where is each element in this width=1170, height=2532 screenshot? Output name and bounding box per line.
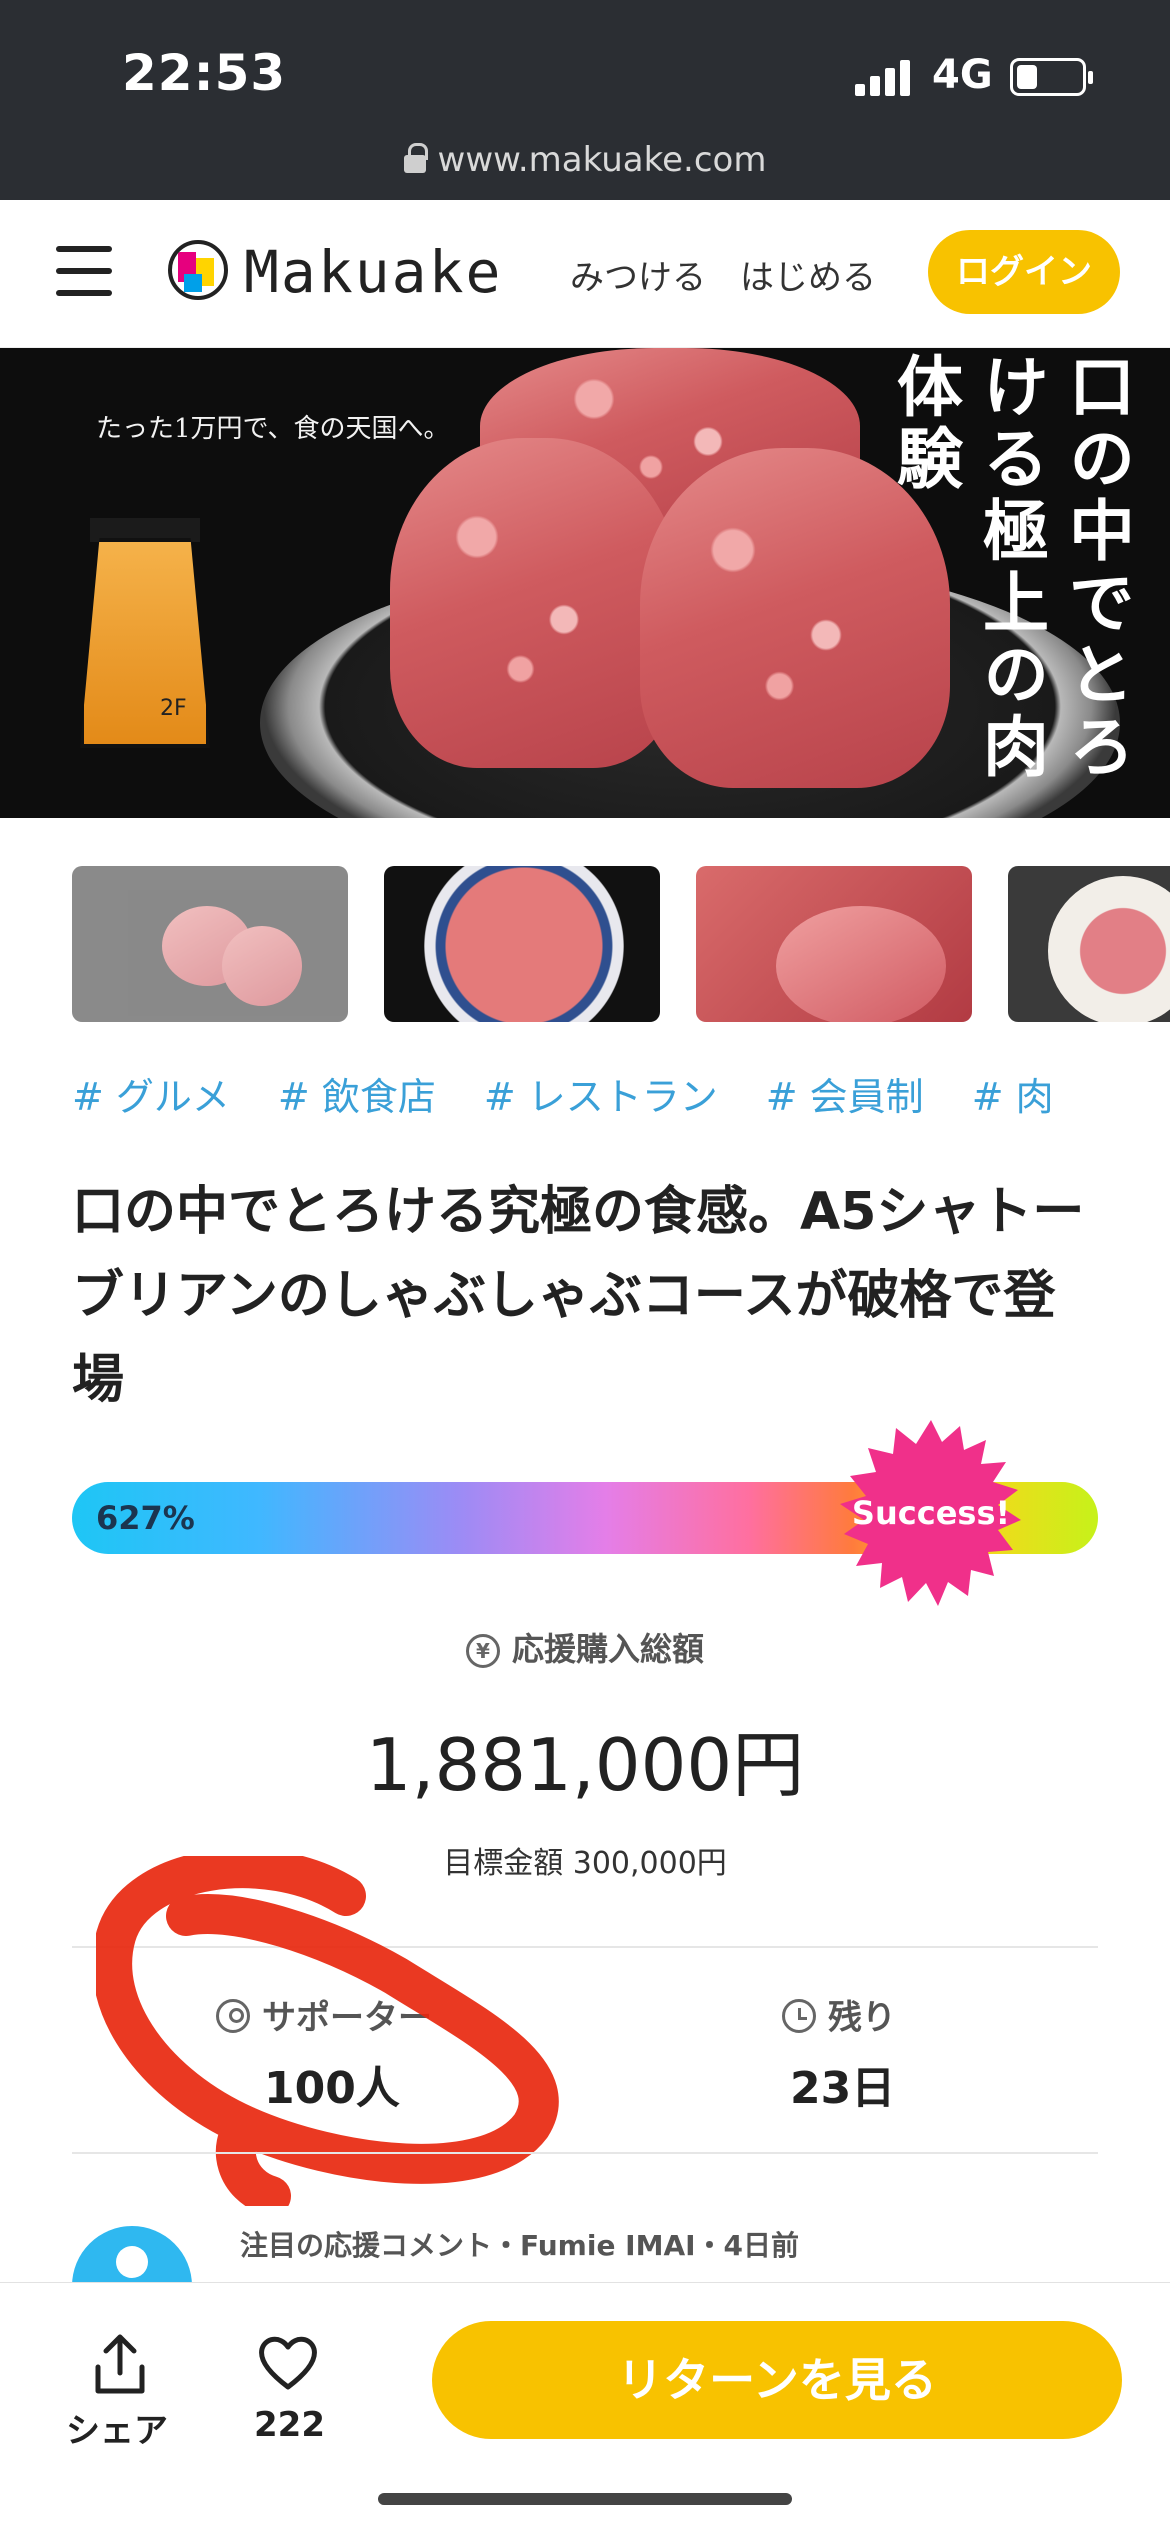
remaining-label: 残り	[828, 1998, 896, 2038]
signal-icon	[855, 60, 915, 96]
tag-restaurant-shop[interactable]: # 飲食店	[278, 1075, 436, 1119]
tag-list: # グルメ # 飲食店 # レストラン # 会員制 # 肉	[72, 1066, 1102, 1121]
site-header: Makuake みつける はじめる ログイン	[0, 200, 1170, 348]
url-text: www.makuake.com	[437, 140, 767, 180]
address-bar[interactable]: www.makuake.com	[0, 140, 1170, 180]
funding-label-row: ¥ 応援購入総額	[0, 1624, 1170, 1670]
login-button[interactable]: ログイン	[928, 230, 1120, 314]
nav-discover[interactable]: みつける	[570, 250, 706, 299]
clock-icon	[782, 1999, 816, 2033]
success-badge-label: Success!	[851, 1494, 1011, 1532]
thumbnail-2[interactable]	[384, 866, 660, 1022]
hero-subtitle: たった1万円で、食の天国へ。	[96, 414, 450, 444]
network-type: 4G	[932, 52, 993, 98]
thumbnail-4[interactable]	[1008, 866, 1170, 1022]
remaining-days: 23日	[790, 2063, 896, 2114]
meat-image	[390, 438, 680, 768]
browser-top-bar: 22:53 4G www.makuake.com	[0, 0, 1170, 200]
remaining-label-row: 残り	[782, 1990, 896, 2039]
lantern-floor: 2F	[160, 696, 187, 721]
thumbnail-1[interactable]	[72, 866, 348, 1022]
status-time: 22:53	[122, 44, 287, 102]
heart-icon[interactable]	[256, 2333, 320, 2391]
menu-icon[interactable]	[56, 246, 112, 296]
divider	[72, 2152, 1098, 2154]
funding-amount: 1,881,000円	[365, 1723, 805, 1807]
yen-icon: ¥	[465, 1634, 500, 1668]
lock-icon	[403, 143, 428, 173]
bottom-action-bar: シェア 222 リターンを見る	[0, 2282, 1170, 2532]
makuake-logo-icon[interactable]	[168, 240, 228, 300]
success-badge: Success!	[838, 1420, 1024, 1606]
hero-title: 口の中でとろける極上の肉体験	[886, 352, 1136, 784]
tag-gourmet[interactable]: # グルメ	[72, 1075, 230, 1119]
share-icon[interactable]	[92, 2333, 148, 2395]
logo-text[interactable]: Makuake	[244, 238, 502, 306]
featured-comment-meta[interactable]: 注目の応援コメント・Fumie IMAI・4日前	[240, 2224, 799, 2264]
battery-icon	[1010, 58, 1093, 96]
tag-meat[interactable]: # 肉	[972, 1075, 1054, 1119]
project-title: 口の中でとろける究極の食感。A5シャトーブリアンのしゃぶしゃぶコースが破格で登場	[72, 1182, 1085, 1410]
progress-percent: 627%	[96, 1499, 195, 1537]
home-indicator[interactable]	[378, 2493, 792, 2505]
tag-membership[interactable]: # 会員制	[766, 1075, 924, 1119]
thumbnail-3[interactable]	[696, 866, 972, 1022]
nav-start[interactable]: はじめる	[740, 250, 876, 299]
view-returns-button[interactable]: リターンを見る	[432, 2321, 1122, 2439]
like-count: 222	[254, 2405, 325, 2445]
funding-label: 応援購入総額	[511, 1630, 704, 1668]
share-label[interactable]: シェア	[66, 2403, 168, 2452]
tag-restaurant[interactable]: # レストラン	[484, 1075, 718, 1119]
lantern-image: 2F	[60, 498, 230, 768]
hero-image[interactable]: たった1万円で、食の天国へ。 2F 口の中でとろける極上の肉体験	[0, 348, 1170, 818]
